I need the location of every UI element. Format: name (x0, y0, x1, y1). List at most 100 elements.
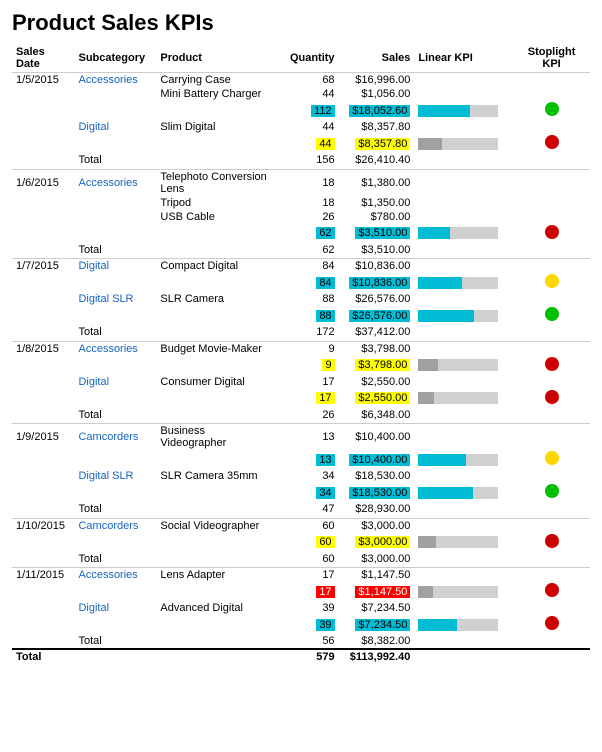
cell-linear-kpi (414, 483, 513, 502)
cell-sales: $26,576.00 (339, 306, 415, 325)
cell-linear-kpi (414, 73, 513, 88)
cell-quantity: 60 (277, 552, 338, 566)
cell-quantity: 26 (277, 210, 338, 224)
cell-stoplight-kpi (513, 224, 590, 243)
cell-quantity: 88 (277, 306, 338, 325)
cell-linear-kpi (414, 389, 513, 408)
red-dot (545, 357, 559, 371)
cell-subcategory (74, 533, 156, 552)
cell-sales: $1,350.00 (339, 196, 415, 210)
cell-linear-kpi (414, 259, 513, 274)
cell-linear-kpi (414, 408, 513, 422)
cell-date (12, 469, 74, 483)
cell-quantity: 9 (277, 341, 338, 356)
table-row: Mini Battery Charger44$1,056.00 (12, 87, 590, 101)
cell-linear-kpi (414, 169, 513, 196)
cell-linear-kpi (414, 341, 513, 356)
table-row: 39$7,234.50 (12, 615, 590, 634)
green-dot (545, 102, 559, 116)
cell-stoplight-kpi (513, 273, 590, 292)
cell-linear-kpi (414, 243, 513, 257)
green-dot (545, 307, 559, 321)
cell-quantity: 13 (277, 424, 338, 451)
table-row: Digital SLRSLR Camera88$26,576.00 (12, 292, 590, 306)
table-row: 1/8/2015AccessoriesBudget Movie-Maker9$3… (12, 341, 590, 356)
cell-product: Carrying Case (156, 73, 277, 88)
cell-linear-kpi (414, 356, 513, 375)
cell-date (12, 120, 74, 134)
cell-product (156, 273, 277, 292)
table-row: 13$10,400.00 (12, 450, 590, 469)
cell-linear-kpi (414, 634, 513, 649)
grand-total-label: Total (12, 649, 277, 664)
table-row: USB Cable26$780.00 (12, 210, 590, 224)
cell-date (12, 450, 74, 469)
cell-stoplight-kpi (513, 375, 590, 389)
cell-sales: $2,550.00 (339, 375, 415, 389)
cell-quantity: 62 (277, 243, 338, 257)
cell-subcategory (74, 615, 156, 634)
cell-quantity: 44 (277, 120, 338, 134)
cell-subcategory: Accessories (74, 73, 156, 88)
cell-product: Social Videographer (156, 518, 277, 533)
cell-linear-kpi (414, 582, 513, 601)
cell-linear-kpi (414, 134, 513, 153)
cell-stoplight-kpi (513, 424, 590, 451)
cell-subcategory (74, 87, 156, 101)
cell-quantity: 156 (277, 153, 338, 167)
cell-sales: $10,400.00 (339, 450, 415, 469)
cell-product (156, 306, 277, 325)
yellow-dot (545, 274, 559, 288)
cell-sales: $3,510.00 (339, 224, 415, 243)
table-row: Tripod18$1,350.00 (12, 196, 590, 210)
kpi-table: Sales Date Subcategory Product Quantity … (12, 44, 590, 664)
grand-total-sales: $113,992.40 (339, 649, 415, 664)
cell-date: 1/7/2015 (12, 259, 74, 274)
cell-quantity: 34 (277, 483, 338, 502)
cell-linear-kpi (414, 469, 513, 483)
yellow-dot (545, 451, 559, 465)
cell-stoplight-kpi (513, 120, 590, 134)
cell-product (156, 101, 277, 120)
cell-stoplight-kpi (513, 101, 590, 120)
page-title: Product Sales KPIs (12, 10, 590, 36)
cell-date (12, 552, 74, 566)
cell-quantity: 17 (277, 389, 338, 408)
table-row: 1/5/2015AccessoriesCarrying Case68$16,99… (12, 73, 590, 88)
cell-subcategory (74, 224, 156, 243)
cell-quantity: 39 (277, 615, 338, 634)
cell-product (156, 533, 277, 552)
cell-sales: $7,234.50 (339, 615, 415, 634)
cell-sales: $1,147.50 (339, 582, 415, 601)
red-dot (545, 534, 559, 548)
cell-product (156, 224, 277, 243)
cell-subcategory: Total (74, 325, 156, 339)
table-row: Total156$26,410.40 (12, 153, 590, 167)
cell-subcategory (74, 450, 156, 469)
cell-product: Advanced Digital (156, 601, 277, 615)
cell-quantity: 68 (277, 73, 338, 88)
cell-product: Consumer Digital (156, 375, 277, 389)
table-row: Total62$3,510.00 (12, 243, 590, 257)
cell-date (12, 533, 74, 552)
cell-subcategory: Total (74, 408, 156, 422)
cell-product (156, 552, 277, 566)
table-row: 62$3,510.00 (12, 224, 590, 243)
cell-date (12, 273, 74, 292)
cell-date (12, 325, 74, 339)
cell-subcategory (74, 210, 156, 224)
cell-product (156, 502, 277, 516)
cell-linear-kpi (414, 375, 513, 389)
cell-product: USB Cable (156, 210, 277, 224)
grand-total-bar (414, 649, 513, 664)
cell-product: Lens Adapter (156, 568, 277, 583)
cell-stoplight-kpi (513, 210, 590, 224)
cell-quantity: 60 (277, 518, 338, 533)
cell-subcategory (74, 483, 156, 502)
cell-subcategory (74, 134, 156, 153)
cell-quantity: 18 (277, 169, 338, 196)
cell-subcategory: Digital (74, 259, 156, 274)
cell-product: Telephoto Conversion Lens (156, 169, 277, 196)
cell-subcategory: Total (74, 552, 156, 566)
cell-subcategory: Digital SLR (74, 469, 156, 483)
